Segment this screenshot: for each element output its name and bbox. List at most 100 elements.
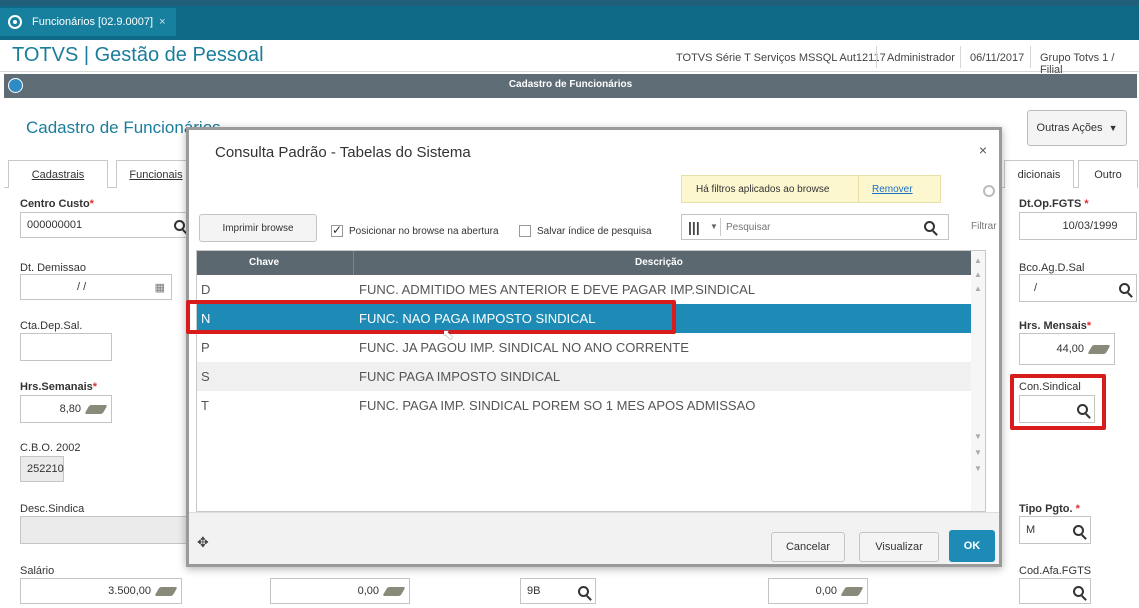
search-divider xyxy=(720,218,721,236)
tab-adicionais[interactable]: dicionais xyxy=(1004,160,1074,188)
hrs-mensais-value: 44,00 xyxy=(1056,343,1084,355)
row-key: S xyxy=(201,369,210,384)
position-checkbox[interactable] xyxy=(331,223,343,237)
selected-row-highlight xyxy=(186,300,676,334)
position-checkbox-label: Posicionar no browse na abertura xyxy=(349,225,499,237)
cta-dep-sal-input[interactable] xyxy=(20,333,112,361)
cta-dep-sal-label: Cta.Dep.Sal. xyxy=(20,320,83,332)
cod-afa-label: Cod.Afa.FGTS xyxy=(1019,565,1092,577)
search-icon[interactable] xyxy=(924,221,935,232)
dialog-title: Consulta Padrão - Tabelas do Sistema xyxy=(215,144,471,161)
print-browse-button[interactable]: Imprimir browse xyxy=(199,214,317,242)
desc-sindica-input xyxy=(20,516,192,544)
calculator-icon[interactable] xyxy=(382,586,406,596)
user-info: Administrador xyxy=(887,52,955,64)
tipo-pgto-value: M xyxy=(1026,524,1036,536)
centro-custo-value: 000000001 xyxy=(27,219,83,231)
scroll-page-up-icon[interactable]: ▲ xyxy=(972,269,984,281)
calculator-icon[interactable] xyxy=(84,404,108,414)
table-row[interactable]: S FUNC PAGA IMPOSTO SINDICAL xyxy=(197,362,985,391)
bottom-field-1-value: 0,00 xyxy=(357,585,379,597)
cod-afa-input[interactable] xyxy=(1019,578,1091,604)
filter-button[interactable]: Filtrar xyxy=(971,221,997,232)
remove-filter-link[interactable]: Remover xyxy=(872,184,913,195)
hrs-mensais-label: Hrs. Mensais* xyxy=(1019,320,1092,332)
save-index-checkbox-label: Salvar índice de pesquisa xyxy=(537,225,652,237)
dt-op-fgts-label: Dt.Op.FGTS * xyxy=(1019,198,1089,210)
scrollbar[interactable]: ▲ ▲ ▲ ▼ ▼ ▼ xyxy=(971,251,985,511)
calendar-icon[interactable]: ▦ xyxy=(155,281,165,294)
filter-message: Há filtros aplicados ao browse xyxy=(696,184,830,195)
dt-demissao-label: Dt. Demissao xyxy=(20,262,87,274)
calculator-icon[interactable] xyxy=(840,586,864,596)
position-checkbox-row[interactable]: Posicionar no browse na abertura xyxy=(331,223,499,237)
dt-demissao-input[interactable]: / / ▦ xyxy=(20,274,172,300)
hrs-semanais-input[interactable]: 8,80 xyxy=(20,395,112,423)
scroll-bottom-icon[interactable]: ▼ xyxy=(972,463,984,475)
ok-button[interactable]: OK xyxy=(949,530,995,562)
tab-outros[interactable]: Outro xyxy=(1078,160,1138,188)
caret-down-icon[interactable]: ▼ xyxy=(710,222,718,231)
bottom-field-3[interactable]: 0,00 xyxy=(768,578,868,604)
search-icon[interactable] xyxy=(1073,524,1084,536)
tab-funcionarios[interactable]: Funcionários [02.9.0007] × xyxy=(0,8,176,36)
bco-ag-label: Bco.Ag.D.Sal xyxy=(1019,262,1085,274)
column-divider xyxy=(353,251,354,275)
app-title: TOTVS | Gestão de Pessoal xyxy=(12,44,264,66)
salario-input[interactable]: 3.500,00 xyxy=(20,578,182,604)
centro-custo-label: Centro Custo* xyxy=(20,198,94,210)
table-row[interactable]: T FUNC. PAGA IMP. SINDICAL POREM SO 1 ME… xyxy=(197,391,985,420)
bco-ag-value: / xyxy=(1034,282,1038,294)
search-icon[interactable] xyxy=(578,585,589,597)
scroll-page-down-icon[interactable]: ▼ xyxy=(972,447,984,459)
scroll-up-icon[interactable]: ▲ xyxy=(972,283,984,295)
row-desc: FUNC. PAGA IMP. SINDICAL POREM SO 1 MES … xyxy=(359,398,756,413)
close-icon[interactable]: × xyxy=(979,142,987,158)
results-grid: Chave Descrição D FUNC. ADMITIDO MES ANT… xyxy=(196,250,986,512)
form-bar-title: Cadastro de Funcionários xyxy=(508,79,633,90)
search-icon[interactable] xyxy=(174,219,185,231)
column-header-descricao[interactable]: Descrição xyxy=(635,257,683,268)
bottom-field-1[interactable]: 0,00 xyxy=(270,578,410,604)
hrs-semanais-label: Hrs.Semanais* xyxy=(20,381,98,393)
salario-label: Salário xyxy=(20,565,55,577)
centro-custo-input[interactable]: 000000001 xyxy=(20,212,192,238)
tab-funcionais[interactable]: Funcionais xyxy=(116,160,196,188)
save-index-checkbox-row[interactable]: Salvar índice de pesquisa xyxy=(519,225,652,237)
tab-cadastrais[interactable]: Cadastrais xyxy=(8,160,108,188)
tipo-pgto-label: Tipo Pgto. * xyxy=(1019,503,1080,515)
con-sindical-input[interactable] xyxy=(1019,395,1095,423)
dt-op-fgts-input[interactable]: 10/03/1999 xyxy=(1019,212,1137,240)
header-divider xyxy=(1030,46,1031,68)
save-index-checkbox[interactable] xyxy=(519,225,531,237)
grid-header: Chave Descrição xyxy=(197,251,985,275)
tab-close-icon[interactable]: × xyxy=(159,16,165,28)
caret-down-icon: ▼ xyxy=(1108,123,1118,133)
cancel-button[interactable]: Cancelar xyxy=(771,532,845,562)
row-desc: FUNC. JA PAGOU IMP. SINDICAL NO ANO CORR… xyxy=(359,340,689,355)
scroll-down-icon[interactable]: ▼ xyxy=(972,431,984,443)
bottom-field-2[interactable]: 9B xyxy=(520,578,596,604)
filter-notice: Há filtros aplicados ao browse Remover xyxy=(681,175,941,203)
column-selector-icon[interactable]: ||| xyxy=(688,219,700,235)
row-desc: FUNC. ADMITIDO MES ANTERIOR E DEVE PAGAR… xyxy=(359,282,756,297)
search-input[interactable] xyxy=(726,217,916,237)
column-header-chave[interactable]: Chave xyxy=(249,257,279,268)
table-row[interactable]: P FUNC. JA PAGOU IMP. SINDICAL NO ANO CO… xyxy=(197,333,985,362)
tipo-pgto-input[interactable]: M xyxy=(1019,516,1091,544)
header-divider xyxy=(876,46,877,68)
search-icon[interactable] xyxy=(1077,403,1088,415)
move-icon[interactable]: ✥ xyxy=(197,534,209,551)
gear-icon[interactable] xyxy=(983,185,995,197)
bco-ag-input[interactable]: / xyxy=(1019,274,1137,302)
hrs-mensais-input[interactable]: 44,00 xyxy=(1019,333,1115,365)
scroll-top-icon[interactable]: ▲ xyxy=(972,255,984,267)
outras-acoes-label: Outras Ações xyxy=(1036,122,1103,134)
outras-acoes-button[interactable]: Outras Ações ▼ xyxy=(1027,110,1127,146)
search-icon[interactable] xyxy=(1073,585,1084,597)
calculator-icon[interactable] xyxy=(154,586,178,596)
calculator-icon[interactable] xyxy=(1087,344,1111,354)
search-icon[interactable] xyxy=(1119,282,1130,294)
view-button[interactable]: Visualizar xyxy=(859,532,939,562)
header-divider xyxy=(960,46,961,68)
